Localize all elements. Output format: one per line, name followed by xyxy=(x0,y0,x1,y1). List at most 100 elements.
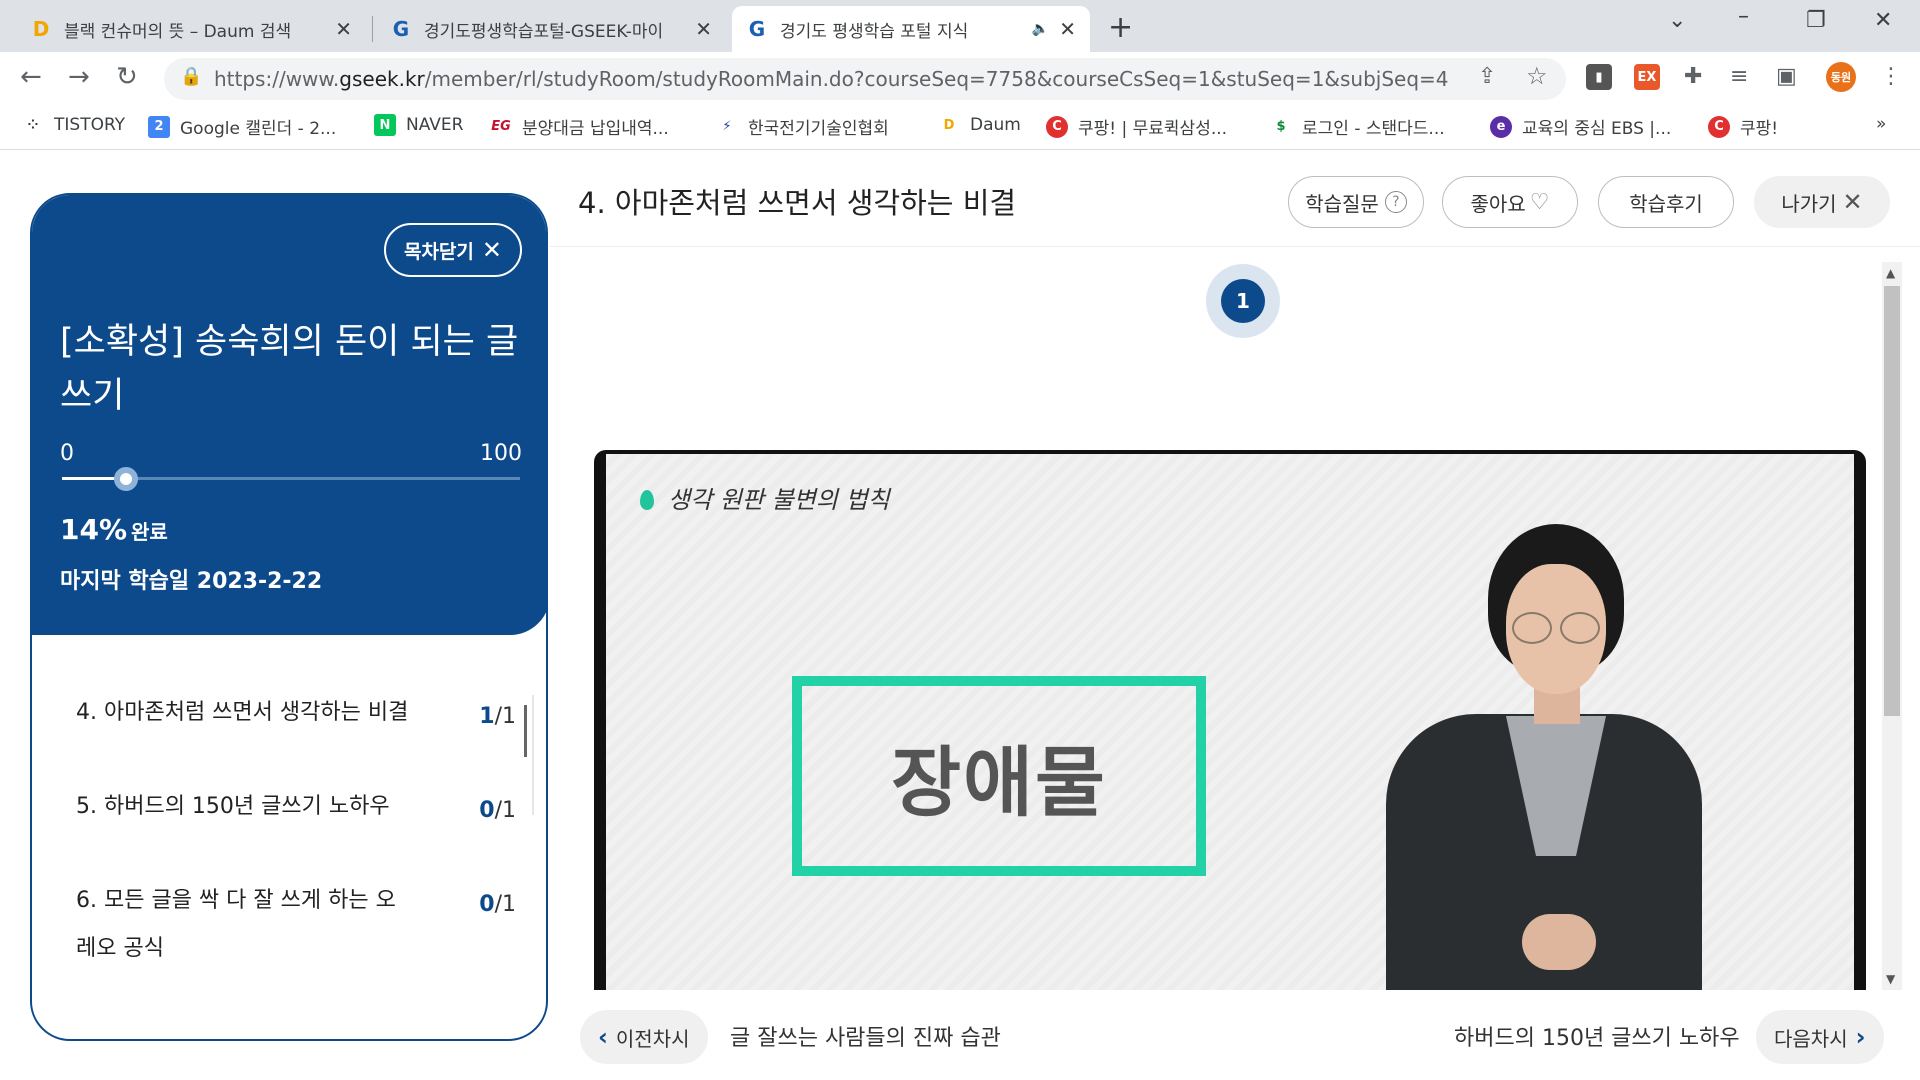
prev-lesson-button[interactable]: ‹ 이전차시 xyxy=(580,1010,708,1064)
lesson-item-4[interactable]: 4. 아마존처럼 쓰면서 생각하는 비결 1/1 xyxy=(76,689,516,737)
course-summary: 목차닫기 ✕ [소확성] 송숙희의 돈이 되는 글쓰기 0 100 14% 완료 … xyxy=(32,195,546,635)
step-indicator[interactable]: 1 xyxy=(1206,264,1280,338)
lesson-done: 1 xyxy=(479,704,495,729)
close-toc-button[interactable]: 목차닫기 ✕ xyxy=(383,223,522,277)
more-bookmarks-label: » xyxy=(1876,114,1887,134)
tab-gseek-my[interactable]: G 경기도평생학습포털-GSEEK-마이 ✕ xyxy=(376,6,726,52)
bookmark-coupang-quick[interactable]: C 쿠팡! | 무료퀵삼성... xyxy=(1046,114,1227,139)
bookmark-label: 쿠팡! | 무료퀵삼성... xyxy=(1078,119,1228,139)
bookmark-ebs[interactable]: e 교육의 중심 EBS |... xyxy=(1490,114,1671,139)
restore-icon[interactable]: ❐ xyxy=(1806,8,1826,33)
bookmark-payment[interactable]: EG 분양대금 납입내역... xyxy=(490,114,669,139)
bookmark-star-icon[interactable]: ☆ xyxy=(1526,62,1548,90)
tab-strip: D 블랙 컨슈머의 뜻 – Daum 검색 ✕ G 경기도평생학습포털-GSEE… xyxy=(0,0,1920,52)
coupang-icon: C xyxy=(1046,115,1068,138)
bookmark-label: NAVER xyxy=(406,115,464,135)
share-icon[interactable]: ⇪ xyxy=(1478,64,1496,89)
scroll-up-icon[interactable]: ▲ xyxy=(1886,266,1895,280)
gseek-icon: G xyxy=(748,17,766,41)
lock-icon[interactable]: 🔒 xyxy=(180,66,202,87)
close-icon[interactable]: ✕ xyxy=(335,17,352,41)
review-button[interactable]: 학습후기 xyxy=(1598,176,1734,228)
forward-icon[interactable]: → xyxy=(68,62,90,92)
close-icon[interactable]: ✕ xyxy=(695,17,712,41)
tab-title: 경기도평생학습포털-GSEEK-마이 xyxy=(424,21,664,42)
lesson-count: 0/1 xyxy=(479,881,516,929)
daum-icon: D xyxy=(943,117,955,133)
bookmark-naver[interactable]: N NAVER xyxy=(374,114,463,136)
browser-toolbar: ← → ↻ https://www. gseek.kr/member/rl/stu… xyxy=(0,52,1920,104)
window-close-icon[interactable]: ✕ xyxy=(1874,8,1892,33)
profile-avatar[interactable]: 동원 xyxy=(1826,62,1856,92)
eg-icon: EG xyxy=(491,119,511,134)
course-title: [소확성] 송숙희의 돈이 되는 글쓰기 xyxy=(60,322,519,416)
tab-daum-search[interactable]: D 블랙 컨슈머의 뜻 – Daum 검색 ✕ xyxy=(16,6,366,52)
extension-1-icon[interactable]: ▮ xyxy=(1586,64,1612,90)
lesson-count: 1/1 xyxy=(479,693,516,741)
new-tab-button[interactable]: + xyxy=(1108,10,1133,45)
tab-title: 블랙 컨슈머의 뜻 – Daum 검색 xyxy=(64,21,292,42)
scroll-down-icon[interactable]: ▼ xyxy=(1886,972,1895,986)
lesson-item-5[interactable]: 5. 하버드의 150년 글쓰기 노하우 0/1 xyxy=(76,783,516,831)
next-lesson-title[interactable]: 하버드의 150년 글쓰기 노하우 xyxy=(1454,1020,1740,1052)
review-label: 학습후기 xyxy=(1629,191,1703,216)
last-study-date: 마지막 학습일 2023-2-22 xyxy=(60,569,323,594)
puzzle-icon[interactable]: ✚ xyxy=(1684,64,1702,89)
tistory-icon: ⁘ xyxy=(27,117,39,133)
content-scrollbar[interactable]: ▲ ▼ xyxy=(1882,262,1902,990)
url-prefix: https://www. xyxy=(214,67,340,91)
video-keyword-box: 장애물 xyxy=(792,676,1206,876)
exit-button[interactable]: 나가기 ✕ xyxy=(1754,176,1890,228)
video-caption: 생각 원판 불변의 법칙 xyxy=(668,486,890,514)
bookmark-daum[interactable]: D Daum xyxy=(938,114,1021,136)
tab-separator xyxy=(372,16,373,42)
lesson-item-6[interactable]: 6. 모든 글을 싹 다 잘 쓰게 하는 오레오 공식 xyxy=(76,877,396,973)
tab-gseek-study[interactable]: G 경기도 평생학습 포털 지식 🔈 ✕ xyxy=(732,6,1090,52)
tab-search-icon[interactable]: ⌄ xyxy=(1668,8,1686,33)
sidepanel-icon[interactable]: ▣ xyxy=(1776,64,1797,89)
bookmark-label: Google 캘린더 - 2... xyxy=(180,119,337,139)
prev-lesson-title[interactable]: 글 잘쓰는 사람들의 진짜 습관 xyxy=(730,1020,1001,1052)
more-bookmarks-button[interactable]: » xyxy=(1876,114,1886,134)
bookmark-kea[interactable]: ⚡ 한국전기기술인협회 xyxy=(716,114,889,139)
lesson-total: /1 xyxy=(494,704,516,729)
bookmark-tistory[interactable]: ⁘ TISTORY xyxy=(22,114,126,136)
presenter-glasses-right xyxy=(1560,612,1600,644)
lesson-done: 0 xyxy=(479,892,495,917)
lesson-title: 5. 하버드의 150년 글쓰기 노하우 xyxy=(76,794,390,819)
menu-icon[interactable]: ⋮ xyxy=(1880,64,1902,89)
media-icon[interactable]: ≡ xyxy=(1730,64,1748,89)
url-host: gseek.kr xyxy=(339,67,425,91)
reload-icon[interactable]: ↻ xyxy=(116,62,138,92)
bookmark-coupang[interactable]: C 쿠팡! xyxy=(1708,114,1778,139)
question-label: 학습질문 xyxy=(1305,191,1379,216)
toc-scrollbar[interactable] xyxy=(524,705,527,757)
lecture-video[interactable]: 생각 원판 불변의 법칙 장애물 xyxy=(594,450,1866,990)
close-icon[interactable]: ✕ xyxy=(1059,17,1076,41)
progress-percent: 14% 완료 xyxy=(60,513,168,546)
percent-value: 14% xyxy=(60,513,128,546)
bookmark-label: 한국전기기술인협회 xyxy=(748,119,889,139)
url-path: /member/rl/studyRoom/studyRoomMain.do?co… xyxy=(424,67,1449,91)
close-toc-label: 목차닫기 xyxy=(403,240,474,263)
lesson-total: /1 xyxy=(494,798,516,823)
speaker-icon[interactable]: 🔈 xyxy=(1032,21,1049,37)
chevron-left-icon: ‹ xyxy=(598,1023,608,1051)
progress-max: 100 xyxy=(480,441,522,466)
like-label: 좋아요 xyxy=(1470,191,1526,216)
bookmark-standard-login[interactable]: $ 로그인 - 스탠다드... xyxy=(1270,114,1444,139)
bookmark-google-calendar[interactable]: 2 Google 캘린더 - 2... xyxy=(148,114,336,139)
toc-scroll-track[interactable] xyxy=(532,695,534,815)
extension-ex-icon[interactable]: EX xyxy=(1634,64,1660,90)
lesson-title: 6. 모든 글을 싹 다 잘 쓰게 하는 오레오 공식 xyxy=(76,888,396,961)
minimize-icon[interactable]: – xyxy=(1738,4,1749,29)
lesson-title: 4. 아마존처럼 쓰면서 생각하는 비결 xyxy=(578,186,1017,220)
back-icon[interactable]: ← xyxy=(20,62,42,92)
next-lesson-button[interactable]: 다음차시 › xyxy=(1756,1010,1884,1064)
like-button[interactable]: 좋아요 ♡ xyxy=(1442,176,1578,228)
address-bar[interactable]: https://www. gseek.kr/member/rl/studyRoom… xyxy=(164,58,1566,100)
lesson-title: 4. 아마존처럼 쓰면서 생각하는 비결 xyxy=(76,700,409,725)
scroll-thumb[interactable] xyxy=(1884,286,1900,716)
question-button[interactable]: 학습질문 ? xyxy=(1288,176,1424,228)
progress-knob xyxy=(114,467,139,491)
